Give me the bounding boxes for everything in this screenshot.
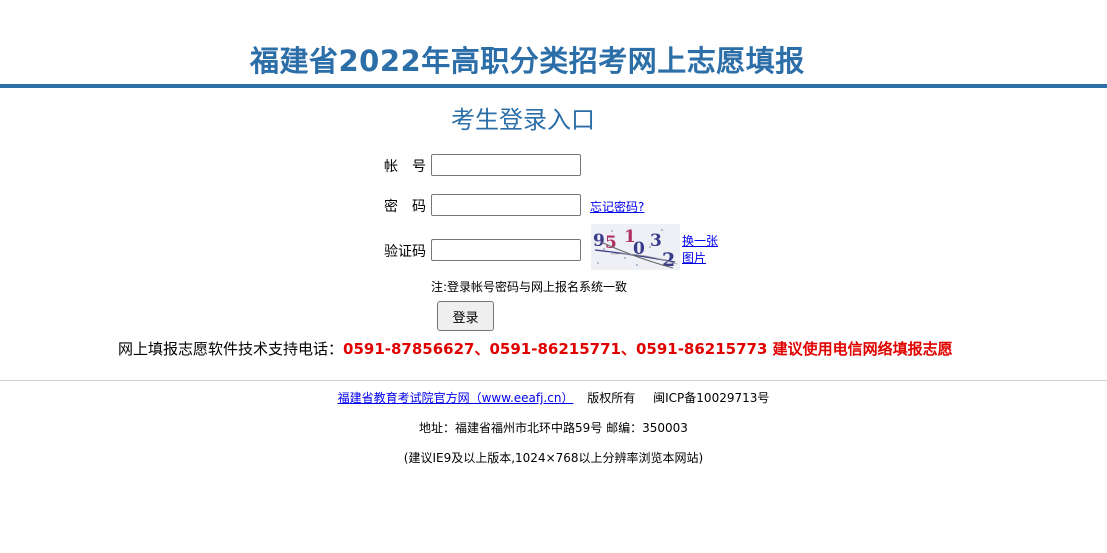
address-line: 地址：福建省福州市北环中路59号 邮编：350003 [419,421,688,435]
account-input[interactable] [431,154,581,176]
title-divider [0,84,1107,88]
captcha-input[interactable] [431,239,581,261]
captcha-graphic: 9 5 1 0 3 2 [591,224,680,270]
support-line: 网上填报志愿软件技术支持电话：0591-87856627、0591-862157… [118,338,953,359]
support-phones: 0591-87856627、0591-86215771、0591-8621577… [343,340,953,358]
login-note: 注:登录帐号密码与网上报名系统一致 [431,280,628,294]
account-label: 帐 号 [384,159,426,175]
password-input[interactable] [431,194,581,216]
browser-note: (建议IE9及以上版本,1024×768以上分辨率浏览本网站) [403,451,704,465]
footer-links-line: 福建省教育考试院官方网（www.eeafj.cn） 版权所有 闽ICP备1002… [0,389,1107,406]
password-label: 密 码 [384,199,426,215]
page-title: 福建省2022年高职分类招考网上志愿填报 [250,44,805,78]
forgot-password-link[interactable]: 忘记密码? [590,198,644,215]
svg-text:9: 9 [593,231,605,251]
svg-text:5: 5 [605,233,617,253]
svg-text:3: 3 [650,231,662,251]
refresh-captcha-link[interactable]: 换一张图片 [682,233,722,267]
captcha-image[interactable]: 9 5 1 0 3 2 [591,224,680,270]
official-site-link[interactable]: 福建省教育考试院官方网（www.eeafj.cn） [338,391,574,405]
login-button[interactable]: 登录 [437,301,494,331]
copyright-text: 版权所有 [587,391,636,405]
login-subtitle: 考生登录入口 [451,106,595,134]
footer-divider [0,380,1107,381]
captcha-label: 验证码 [384,244,426,260]
icp-text: 闽ICP备10029713号 [653,391,770,405]
support-prefix: 网上填报志愿软件技术支持电话： [118,340,344,358]
